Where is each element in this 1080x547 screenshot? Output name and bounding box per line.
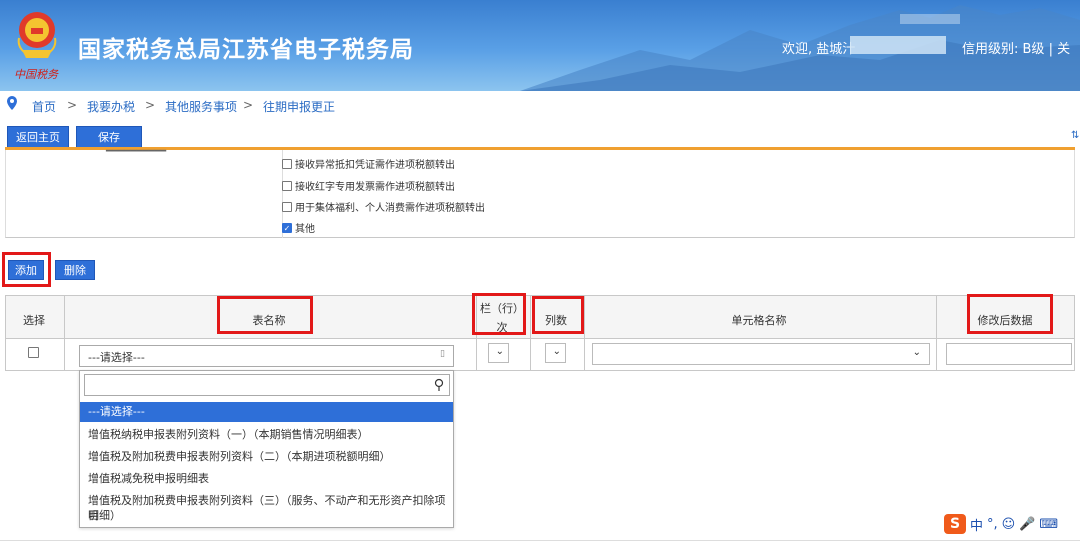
location-pin-icon (7, 96, 17, 110)
chevron-down-icon: ⌄ (495, 346, 504, 357)
breadcrumb-separator: > (67, 98, 78, 112)
breadcrumb-current: 往期申报更正 (263, 100, 336, 114)
back-home-button[interactable]: 返回主页 (7, 126, 69, 148)
breadcrumb-tax[interactable]: 我要办税 (87, 98, 135, 115)
row-select-checkbox[interactable] (28, 347, 39, 358)
dropdown-search-input[interactable] (84, 374, 450, 396)
sheet-name-select[interactable]: ---请选择--- ▯ (79, 345, 454, 367)
checkbox-red-invoice[interactable]: 接收红字专用发票需作进项税额转出 (282, 178, 455, 193)
col-no-select[interactable]: ⌄ (545, 343, 566, 363)
sheet-select-value: ---请选择--- (88, 351, 145, 364)
dropdown-option-placeholder[interactable]: ---请选择--- (80, 402, 453, 422)
th-cell-name: 单元格名称 (731, 314, 787, 327)
signature-logo: 中国税务 (14, 68, 58, 81)
col-divider (530, 296, 531, 370)
edge-control-icon[interactable]: ⇅ (1071, 130, 1079, 141)
highlight-new-value (967, 294, 1053, 334)
th-select: 选择 (23, 314, 45, 327)
sheet-dropdown: ---请选择--- 增值税纳税申报表附列资料（一）（本期销售情况明细表） 增值税… (79, 370, 454, 528)
tax-emblem-icon (17, 12, 57, 58)
dropdown-option[interactable]: 增值税减免税申报明细表 (80, 471, 453, 486)
ime-lang[interactable]: 中 (970, 515, 983, 534)
row-no-select[interactable]: ⌄ (488, 343, 509, 363)
checkbox-welfare[interactable]: 用于集体福利、个人消费需作进项税额转出 (282, 199, 485, 214)
new-value-input[interactable] (946, 343, 1072, 365)
col-divider (64, 296, 65, 370)
breadcrumb-other-services[interactable]: 其他服务事项 (165, 98, 237, 115)
ime-punct[interactable]: °, (987, 517, 998, 532)
keyboard-icon[interactable]: ⌨ (1039, 517, 1058, 532)
checkbox-other[interactable]: ✓ 其他 (282, 220, 315, 235)
select-arrow-icon: ▯ (440, 349, 445, 359)
chevron-down-icon: ⌄ (912, 347, 921, 358)
checkbox-box-checked[interactable]: ✓ (282, 222, 292, 233)
breadcrumb-separator: > (243, 98, 254, 112)
breadcrumb: 首页 > 我要办税 > 其他服务事项 > 往期申报更正 (0, 91, 1080, 119)
checkbox-box[interactable] (282, 158, 292, 169)
dropdown-option[interactable]: 增值税及附加税费申报表附列资料（二）（本期进项税额明细） (80, 449, 453, 464)
delete-button[interactable]: 删除 (55, 260, 95, 280)
ime-toolbar[interactable]: S 中 °, ☺ 🎤 ⌨ (944, 513, 1058, 535)
save-button[interactable]: 保存 (76, 126, 142, 148)
col-divider (936, 296, 937, 370)
emoji-icon[interactable]: ☺ (1002, 517, 1016, 532)
highlight-col-no (532, 296, 584, 334)
site-header: 中国税务 国家税务总局江苏省电子税务局 欢迎, 盐城汁 信用级别: B级 | 关 (0, 0, 1080, 91)
highlight-row-no (472, 293, 526, 335)
dropdown-option-wrap[interactable]: 明细） (80, 508, 453, 523)
breadcrumb-home[interactable]: 首页 (32, 98, 56, 115)
cell-name-select[interactable]: ⌄ (592, 343, 930, 365)
search-icon (434, 378, 444, 391)
col-divider (584, 296, 585, 370)
checkbox-box[interactable] (282, 201, 292, 212)
mic-icon[interactable]: 🎤 (1019, 517, 1035, 532)
sogou-logo-icon[interactable]: S (944, 514, 966, 534)
checkbox-label: 接收红字专用发票需作进项税额转出 (295, 182, 455, 193)
redacted-username (850, 36, 946, 54)
credit-level[interactable]: 信用级别: B级 | 关 (962, 38, 1070, 57)
transfer-reason-section: ━━━━━━━━━━ (5, 146, 1075, 238)
checkbox-label: 接收异常抵扣凭证需作进项税额转出 (295, 160, 455, 171)
cut-off-label: ━━━━━━━━━━ (106, 146, 167, 157)
highlight-sheet-name (217, 296, 313, 334)
breadcrumb-separator: > (145, 98, 156, 112)
welcome-text: 欢迎, 盐城汁 (782, 42, 856, 57)
checkbox-box[interactable] (282, 180, 292, 191)
site-title: 国家税务总局江苏省电子税务局 (78, 37, 414, 63)
dropdown-option[interactable]: 增值税纳税申报表附列资料（一）（本期销售情况明细表） (80, 427, 453, 442)
checkbox-abnormal-voucher[interactable]: 接收异常抵扣凭证需作进项税额转出 (282, 156, 455, 171)
checkbox-label: 用于集体福利、个人消费需作进项税额转出 (295, 203, 485, 214)
highlight-add (2, 252, 51, 287)
chevron-down-icon: ⌄ (552, 346, 561, 357)
bottom-border (0, 540, 1080, 541)
checkbox-label: 其他 (295, 224, 315, 235)
